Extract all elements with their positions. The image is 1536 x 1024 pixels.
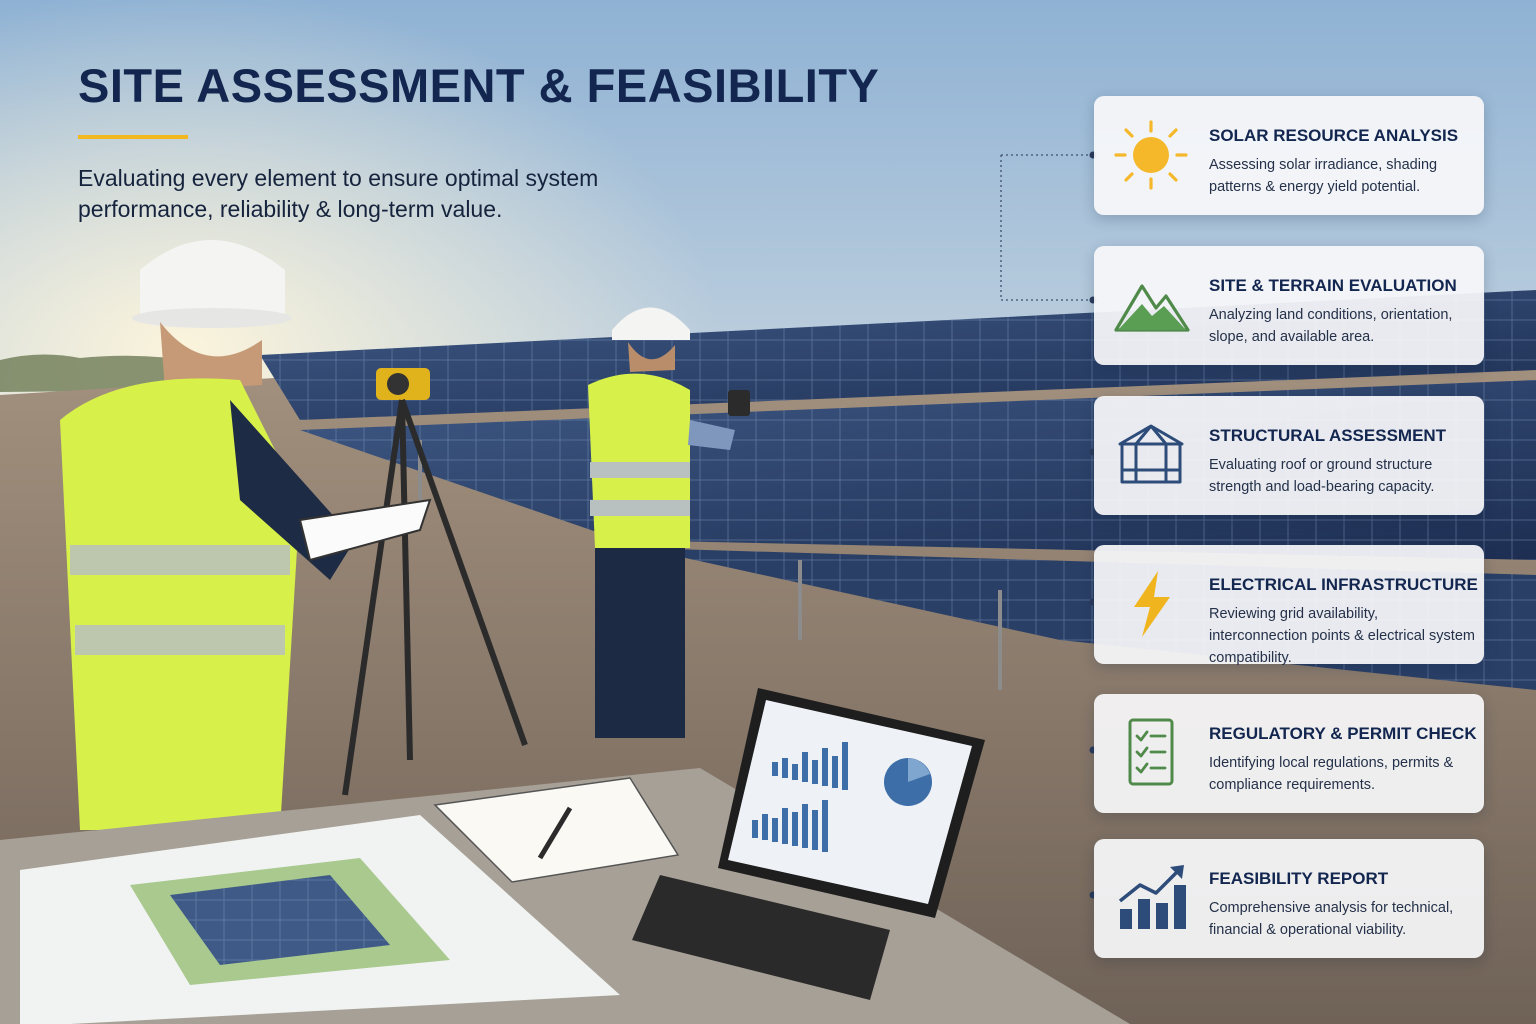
card-description: Analyzing land conditions, orientation, …	[1209, 307, 1453, 345]
card-electrical-infrastructure: ELECTRICAL INFRASTRUCTURE Reviewing grid…	[1094, 545, 1484, 666]
card-title: SITE & TERRAIN EVALUATION	[1209, 276, 1457, 295]
card-description: Evaluating roof or ground structure stre…	[1209, 457, 1435, 495]
card-title: SOLAR RESOURCE ANALYSIS	[1209, 126, 1459, 145]
card-solar-resource-analysis: SOLAR RESOURCE ANALYSIS Assessing solar …	[1094, 96, 1484, 215]
card-regulatory-permit-check: REGULATORY & PERMIT CHECK Identifying lo…	[1094, 694, 1484, 813]
page-subtitle: Evaluating every element to ensure optim…	[78, 165, 599, 222]
card-description: Comprehensive analysis for technical, fi…	[1209, 900, 1454, 938]
headline-block: SITE ASSESSMENT & FEASIBILITY Evaluating…	[78, 58, 898, 225]
sun-icon	[1112, 120, 1190, 190]
accent-divider	[78, 135, 188, 139]
connector-lines	[1000, 151, 1097, 899]
page-title: SITE ASSESSMENT & FEASIBILITY	[78, 59, 880, 112]
structure-icon	[1112, 420, 1190, 490]
card-description: Identifying local regulations, permits &…	[1209, 755, 1454, 793]
growth-chart-icon	[1112, 863, 1190, 933]
card-structural-assessment: STRUCTURAL ASSESSMENT Evaluating roof or…	[1094, 396, 1484, 515]
card-title: REGULATORY & PERMIT CHECK	[1209, 724, 1477, 743]
card-site-terrain-evaluation: SITE & TERRAIN EVALUATION Analyzing land…	[1094, 246, 1484, 365]
mountain-icon	[1112, 270, 1190, 340]
card-description: Assessing solar irradiance, shading patt…	[1209, 157, 1438, 195]
card-title: FEASIBILITY REPORT	[1209, 869, 1389, 888]
card-title: ELECTRICAL INFRASTRUCTURE	[1209, 575, 1478, 594]
checklist-icon	[1112, 718, 1190, 788]
lightning-bolt-icon	[1112, 569, 1190, 639]
card-feasibility-report: FEASIBILITY REPORT Comprehensive analysi…	[1094, 839, 1484, 958]
card-title: STRUCTURAL ASSESSMENT	[1209, 426, 1447, 445]
card-description: Reviewing grid availability, interconnec…	[1209, 606, 1475, 666]
